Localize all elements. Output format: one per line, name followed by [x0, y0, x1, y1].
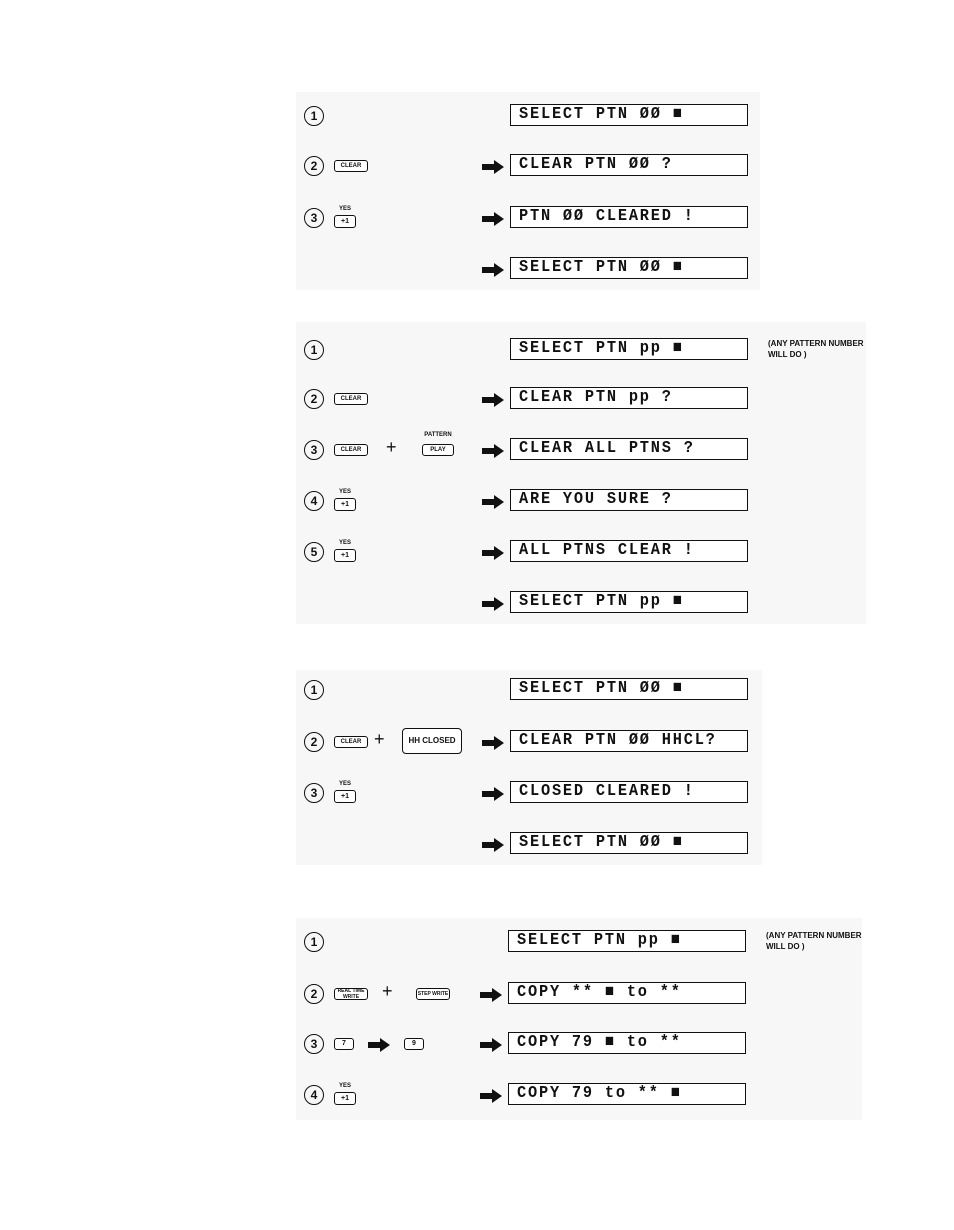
yes-caption: YES: [338, 1083, 351, 1089]
step-row: 3 YES +1 CLOSED CLEARED !: [296, 781, 762, 807]
step-number: 1: [304, 680, 324, 700]
plus-sign: +: [382, 981, 393, 1001]
key-9[interactable]: 9: [404, 1038, 424, 1050]
lcd-display: COPY ** ■ to **: [508, 982, 746, 1004]
plus-sign: +: [374, 729, 385, 749]
pattern-play-key[interactable]: PLAY: [422, 444, 454, 456]
lcd-display: CLEAR PTN ØØ ?: [510, 154, 748, 176]
step-row: 2 CLEAR CLEAR PTN pp ?: [296, 387, 866, 413]
step-row: 1 SELECT PTN ØØ ■: [296, 678, 762, 704]
arrow-right-icon: [480, 988, 502, 1002]
arrow-right-icon: [482, 736, 504, 750]
clear-key[interactable]: CLEAR: [334, 736, 368, 748]
arrow-right-icon: [480, 1038, 502, 1052]
step-row: 1 SELECT PTN ØØ ■: [296, 104, 760, 130]
step-write-key[interactable]: STEP WRITE: [416, 988, 450, 1000]
step-row: 1 SELECT PTN pp ■ (ANY PATTERN NUMBER WI…: [296, 930, 862, 956]
step-number: 3: [304, 1034, 324, 1054]
yes-plus-one-key[interactable]: +1: [334, 790, 356, 803]
clear-key[interactable]: CLEAR: [334, 444, 368, 456]
step-number: 1: [304, 340, 324, 360]
step-row: 2 CLEAR + HH CLOSED CLEAR PTN ØØ HHCL?: [296, 728, 762, 756]
arrow-right-icon: [482, 546, 504, 560]
step-row: SELECT PTN pp ■: [296, 591, 866, 617]
lcd-display: PTN ØØ CLEARED !: [510, 206, 748, 228]
real-time-write-key[interactable]: REAL TIME WRITE: [334, 988, 368, 1000]
lcd-display: ARE YOU SURE ?: [510, 489, 748, 511]
lcd-display: SELECT PTN pp ■: [508, 930, 746, 952]
lcd-display: COPY 79 ■ to **: [508, 1032, 746, 1054]
section-copy-pattern: 1 SELECT PTN pp ■ (ANY PATTERN NUMBER WI…: [296, 918, 862, 1120]
step-row: SELECT PTN ØØ ■: [296, 832, 762, 858]
yes-caption: YES: [338, 781, 351, 787]
step-row: SELECT PTN ØØ ■: [296, 257, 760, 283]
step-number: 3: [304, 440, 324, 460]
step-number: 1: [304, 106, 324, 126]
step-number: 2: [304, 732, 324, 752]
step-number: 2: [304, 156, 324, 176]
key-7[interactable]: 7: [334, 1038, 354, 1050]
lcd-display: COPY 79 to ** ■: [508, 1083, 746, 1105]
lcd-display: SELECT PTN ØØ ■: [510, 104, 748, 126]
step-number: 5: [304, 542, 324, 562]
lcd-display: SELECT PTN ØØ ■: [510, 678, 748, 700]
step-row: 5 YES +1 ALL PTNS CLEAR !: [296, 540, 866, 566]
step-number: 1: [304, 932, 324, 952]
plus-sign: +: [386, 437, 397, 457]
step-number: 4: [304, 491, 324, 511]
section-clear-all-patterns: 1 SELECT PTN pp ■ (ANY PATTERN NUMBER WI…: [296, 322, 866, 624]
yes-caption: YES: [338, 206, 351, 212]
lcd-display: CLEAR PTN ØØ HHCL?: [510, 730, 748, 752]
arrow-right-icon: [482, 444, 504, 458]
step-number: 2: [304, 389, 324, 409]
step-row: 3 CLEAR + PATTERN PLAY CLEAR ALL PTNS ?: [296, 432, 866, 464]
step-row: 2 REAL TIME WRITE + STEP WRITE COPY ** ■…: [296, 981, 862, 1008]
step-number: 3: [304, 208, 324, 228]
step-number: 4: [304, 1085, 324, 1105]
yes-plus-one-key[interactable]: +1: [334, 215, 356, 228]
lcd-display: CLOSED CLEARED !: [510, 781, 748, 803]
yes-plus-one-key[interactable]: +1: [334, 1092, 356, 1105]
step-row: 3 YES +1 PTN ØØ CLEARED !: [296, 206, 760, 232]
step-row: 4 YES +1 ARE YOU SURE ?: [296, 489, 866, 515]
pattern-note: (ANY PATTERN NUMBER WILL DO ): [768, 339, 864, 359]
lcd-display: SELECT PTN ØØ ■: [510, 257, 748, 279]
arrow-right-icon: [482, 597, 504, 611]
hh-closed-key[interactable]: HH CLOSED: [402, 728, 462, 754]
arrow-right-icon: [482, 160, 504, 174]
arrow-right-icon: [482, 787, 504, 801]
yes-caption: YES: [338, 489, 351, 495]
arrow-right-icon: [482, 838, 504, 852]
step-row: 3 7 9 COPY 79 ■ to **: [296, 1032, 862, 1058]
step-row: 1 SELECT PTN pp ■ (ANY PATTERN NUMBER WI…: [296, 338, 866, 364]
yes-caption: YES: [338, 540, 351, 546]
lcd-display: CLEAR PTN pp ?: [510, 387, 748, 409]
lcd-display: ALL PTNS CLEAR !: [510, 540, 748, 562]
lcd-display: SELECT PTN ØØ ■: [510, 832, 748, 854]
section-clear-hh-closed: 1 SELECT PTN ØØ ■ 2 CLEAR + HH CLOSED CL…: [296, 670, 762, 865]
arrow-right-icon: [368, 1038, 390, 1052]
yes-plus-one-key[interactable]: +1: [334, 498, 356, 511]
arrow-right-icon: [482, 212, 504, 226]
arrow-right-icon: [482, 495, 504, 509]
step-number: 2: [304, 984, 324, 1004]
lcd-display: CLEAR ALL PTNS ?: [510, 438, 748, 460]
lcd-display: SELECT PTN pp ■: [510, 338, 748, 360]
lcd-display: SELECT PTN pp ■: [510, 591, 748, 613]
clear-key[interactable]: CLEAR: [334, 160, 368, 172]
step-row: 2 CLEAR CLEAR PTN ØØ ?: [296, 154, 760, 180]
arrow-right-icon: [482, 263, 504, 277]
yes-plus-one-key[interactable]: +1: [334, 549, 356, 562]
section-clear-pattern: 1 SELECT PTN ØØ ■ 2 CLEAR CLEAR PTN ØØ ?…: [296, 92, 760, 290]
arrow-right-icon: [480, 1089, 502, 1103]
pattern-note: (ANY PATTERN NUMBER WILL DO ): [766, 931, 862, 951]
step-number: 3: [304, 783, 324, 803]
step-row: 4 YES +1 COPY 79 to ** ■: [296, 1083, 862, 1109]
clear-key[interactable]: CLEAR: [334, 393, 368, 405]
arrow-right-icon: [482, 393, 504, 407]
pattern-caption: PATTERN: [424, 432, 452, 438]
